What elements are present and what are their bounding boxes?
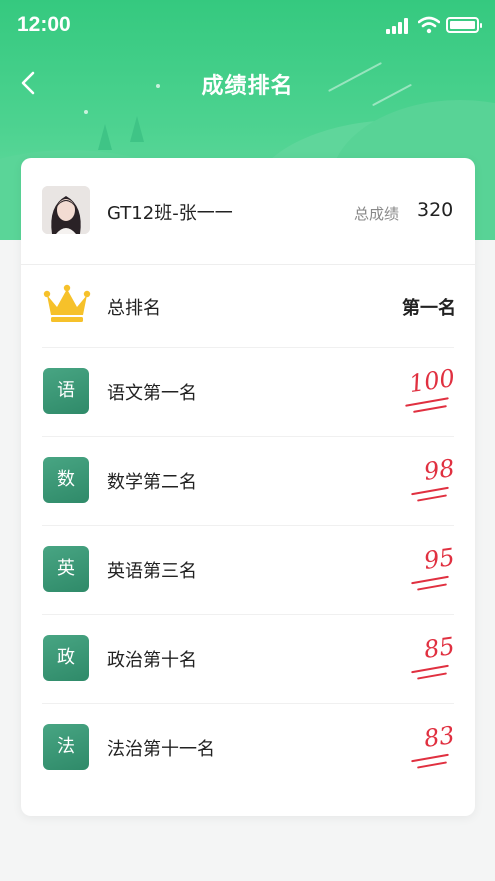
list-item: 英 英语第三名 95: [21, 525, 475, 614]
status-bar: 12:00: [0, 0, 495, 50]
profile-row: GT12班-张一一 总成绩 320: [21, 158, 475, 264]
handwritten-score: 100: [397, 361, 457, 419]
overall-rank-label: 总排名: [107, 298, 161, 319]
student-name: GT12班-张一一: [107, 203, 233, 224]
ranking-card: GT12班-张一一 总成绩 320 总排名 第一名 语 语文第一名 100 数 …: [21, 158, 475, 816]
total-score-value: 320: [417, 199, 454, 221]
tree-decoration: [98, 124, 112, 150]
math-subject-icon: 数: [43, 457, 89, 503]
status-time: 12:00: [17, 13, 71, 36]
wifi-icon: [418, 16, 440, 34]
handwritten-score: 85: [397, 628, 457, 686]
avatar: [42, 186, 90, 234]
sparkle-decoration: [84, 110, 88, 114]
overall-rank-value: 第一名: [402, 298, 456, 319]
handwritten-score: 83: [397, 717, 457, 775]
english-subject-icon: 英: [43, 546, 89, 592]
page-title: 成绩排名: [201, 74, 294, 99]
list-item: 数 数学第二名 98: [21, 436, 475, 525]
battery-icon: [446, 17, 482, 33]
list-item: 政 政治第十名 85: [21, 614, 475, 703]
crown-icon: [43, 284, 91, 322]
law-subject-icon: 法: [43, 724, 89, 770]
handwritten-score: 98: [397, 450, 457, 508]
handwritten-score: 95: [397, 539, 457, 597]
subject-rank-label: 政治第十名: [107, 650, 197, 671]
list-item: 法 法治第十一名 83: [21, 703, 475, 792]
subject-rank-label: 法治第十一名: [107, 739, 215, 760]
list-item: 语 语文第一名 100: [21, 347, 475, 436]
politics-subject-icon: 政: [43, 635, 89, 681]
subject-rank-label: 英语第三名: [107, 561, 197, 582]
chinese-subject-icon: 语: [43, 368, 89, 414]
subject-rank-label: 数学第二名: [107, 472, 197, 493]
subject-rank-label: 语文第一名: [107, 383, 197, 404]
signal-icon: [386, 18, 412, 34]
total-score-label: 总成绩: [354, 205, 400, 223]
overall-rank-row: 总排名 第一名: [21, 265, 475, 347]
tree-decoration: [130, 116, 144, 142]
